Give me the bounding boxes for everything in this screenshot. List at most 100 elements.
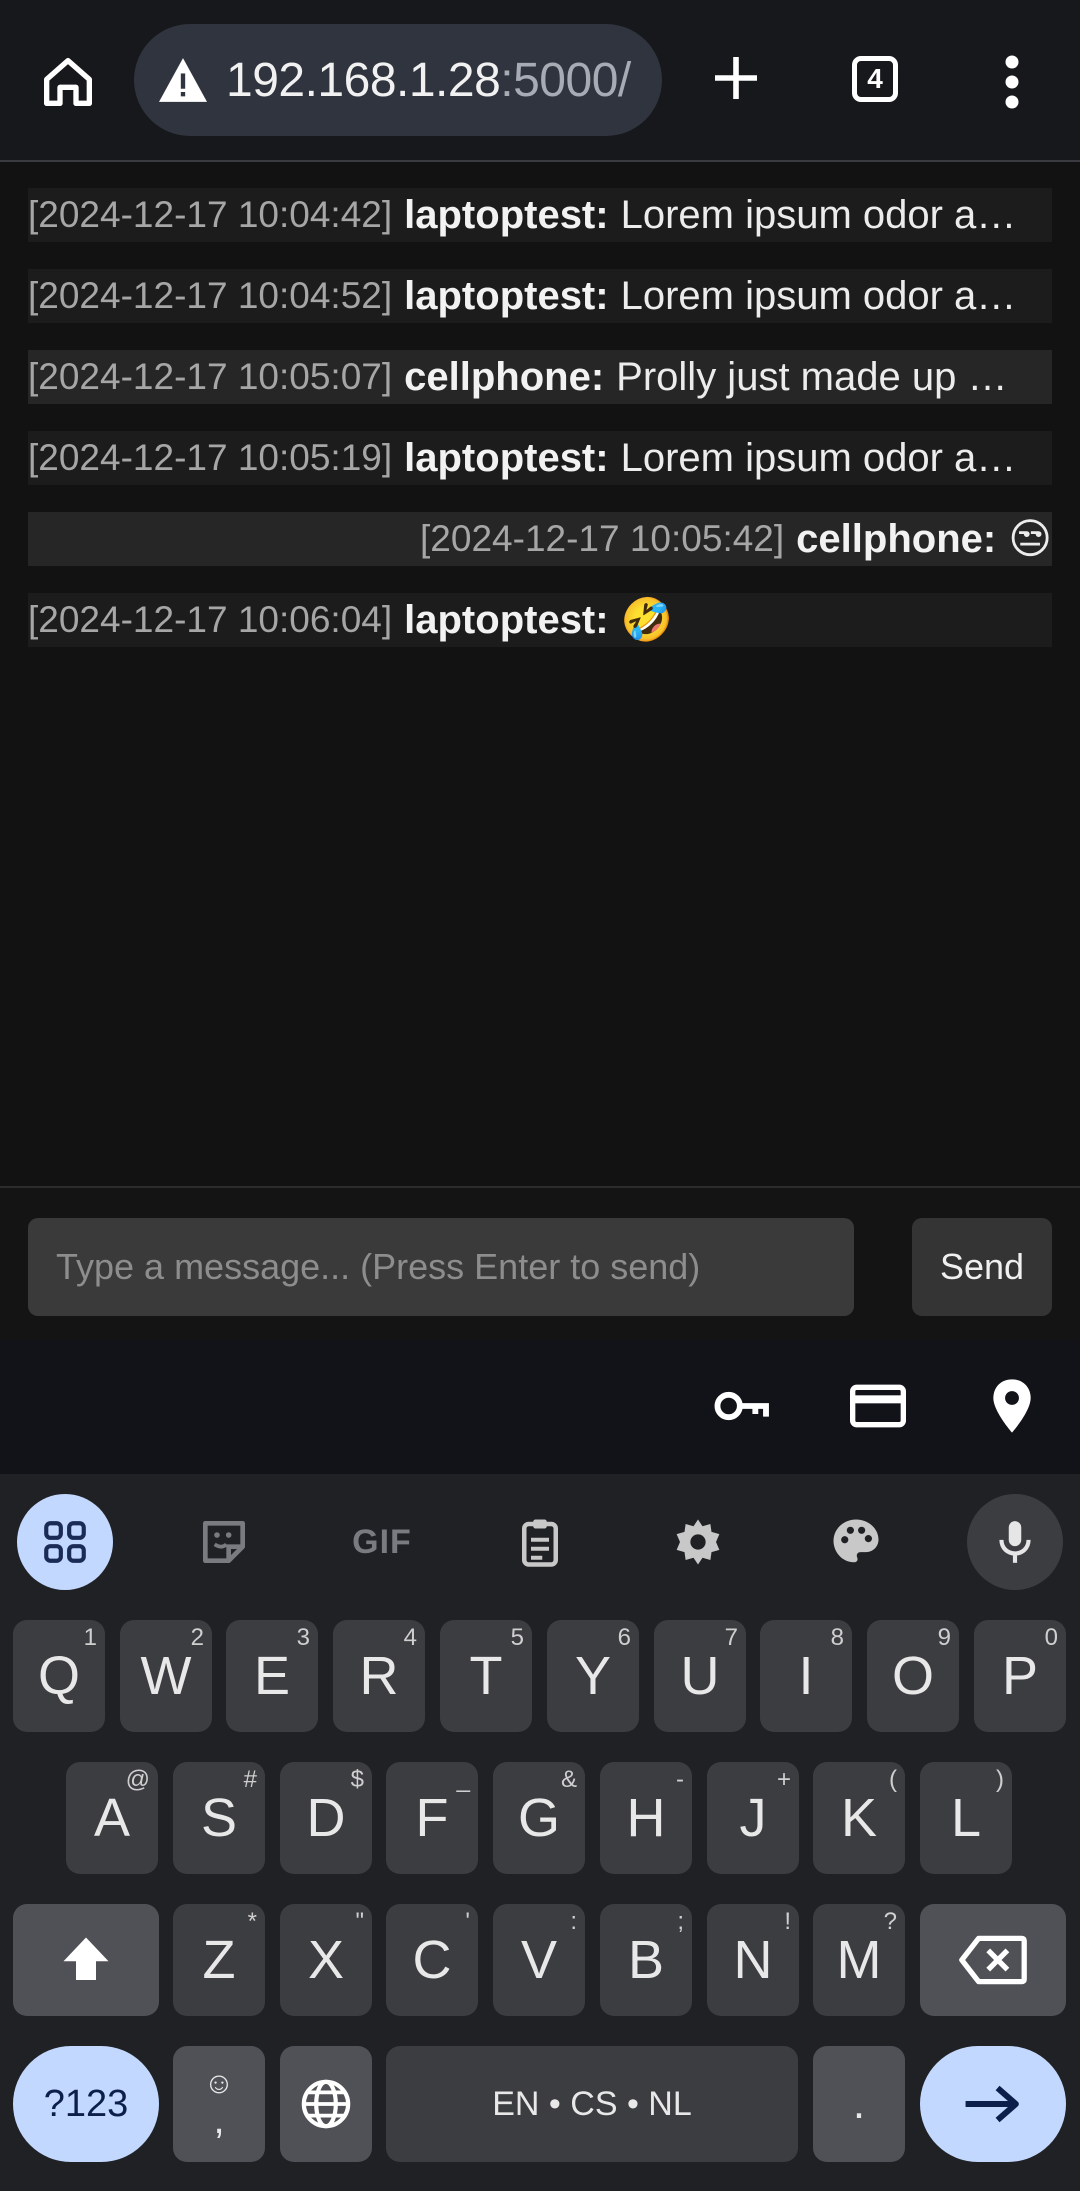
- key-l[interactable]: L): [920, 1762, 1012, 1874]
- key-secondary-label: @: [125, 1766, 150, 1793]
- key-m[interactable]: M?: [813, 1904, 905, 2016]
- key-d[interactable]: D $: [280, 1762, 372, 1874]
- send-button[interactable]: Send: [912, 1218, 1052, 1316]
- key-label: D: [306, 1788, 346, 1848]
- key-p[interactable]: P0: [974, 1620, 1066, 1732]
- settings-button[interactable]: [650, 1494, 746, 1590]
- key-secondary-label: ?: [883, 1908, 897, 1935]
- key-secondary-label: :: [570, 1908, 577, 1935]
- key-u[interactable]: U7: [654, 1620, 746, 1732]
- key-s[interactable]: S #: [173, 1762, 265, 1874]
- message-timestamp: [2024-12-17 10:05:19]: [28, 437, 393, 478]
- message-row: [2024-12-17 10:06:04] laptoptest: 🤣: [28, 593, 1052, 647]
- more-menu-icon[interactable]: [994, 52, 1030, 112]
- emoji-comma-key[interactable]: ☺ ,: [173, 2046, 265, 2162]
- clipboard-button[interactable]: [492, 1494, 588, 1590]
- message-input[interactable]: [28, 1218, 854, 1316]
- key-n[interactable]: N!: [707, 1904, 799, 2016]
- key-j[interactable]: J +: [707, 1762, 799, 1874]
- key-x[interactable]: X ": [280, 1904, 372, 2016]
- key-label: K: [840, 1788, 878, 1848]
- apps-grid-button[interactable]: [17, 1494, 113, 1590]
- enter-key[interactable]: [920, 2046, 1066, 2162]
- key-label: E: [253, 1646, 291, 1706]
- key-i[interactable]: I8: [760, 1620, 852, 1732]
- period-key[interactable]: .: [813, 2046, 905, 2162]
- message-row: [2024-12-17 10:05:19] laptoptest: Lorem …: [28, 431, 1052, 485]
- key-secondary-label: ;: [677, 1908, 684, 1935]
- backspace-key[interactable]: [920, 1904, 1066, 2016]
- key-secondary-label: *: [247, 1908, 257, 1935]
- key-r[interactable]: R4: [333, 1620, 425, 1732]
- backspace-icon: [959, 1935, 1027, 1985]
- key-label: P: [1001, 1646, 1039, 1706]
- language-key[interactable]: [280, 2046, 372, 2162]
- key-secondary-label: 4: [403, 1624, 417, 1651]
- message-text: Prolly just made up …: [616, 355, 1008, 399]
- key-label: S: [200, 1788, 238, 1848]
- key-secondary-label: 5: [510, 1624, 524, 1651]
- composer: Send: [0, 1186, 1080, 1342]
- key-label: L: [950, 1788, 982, 1848]
- space-key[interactable]: EN • CS • NL: [386, 2046, 798, 2162]
- clipboard-icon: [522, 1519, 558, 1567]
- key-secondary-label: ): [996, 1766, 1004, 1793]
- key-t[interactable]: T5: [440, 1620, 532, 1732]
- key-secondary-label: 2: [190, 1624, 204, 1651]
- arrow-right-icon: [965, 2085, 1019, 2123]
- key-secondary-label: ': [465, 1908, 470, 1935]
- key-label: B: [627, 1930, 665, 1990]
- key-c[interactable]: C ': [386, 1904, 478, 2016]
- key-secondary-label: _: [456, 1766, 470, 1793]
- key-y[interactable]: Y6: [547, 1620, 639, 1732]
- key-a[interactable]: A @: [66, 1762, 158, 1874]
- message-text: 🤣: [620, 596, 673, 643]
- location-pin-icon[interactable]: [980, 1374, 1044, 1438]
- voice-input-button[interactable]: [967, 1494, 1063, 1590]
- address-bar[interactable]: 192.168.1.28:5000/: [134, 24, 662, 136]
- key-secondary-label: +: [776, 1766, 791, 1793]
- key-label: O: [891, 1646, 934, 1706]
- sticker-icon: [203, 1521, 246, 1563]
- key-w[interactable]: W2: [120, 1620, 212, 1732]
- message-row-own: [2024-12-17 10:05:42] cellphone: 😒: [28, 512, 1052, 566]
- key-q[interactable]: Q1: [13, 1620, 105, 1732]
- tab-switcher-button[interactable]: 4: [852, 56, 898, 102]
- key-z[interactable]: Z *: [173, 1904, 265, 2016]
- key-b[interactable]: B;: [600, 1904, 692, 2016]
- theme-button[interactable]: [808, 1494, 904, 1590]
- message-text: Lorem ipsum odor a…: [620, 436, 1017, 480]
- key-g[interactable]: G &: [493, 1762, 585, 1874]
- key-label: J: [739, 1788, 767, 1848]
- shift-key[interactable]: [13, 1904, 159, 2016]
- url-port: :5000/: [500, 53, 631, 107]
- message-timestamp: [2024-12-17 10:05:07]: [28, 356, 393, 397]
- home-icon[interactable]: [36, 50, 100, 114]
- key-label: G: [517, 1788, 560, 1848]
- key-icon[interactable]: [710, 1374, 774, 1438]
- new-tab-icon[interactable]: [708, 50, 764, 106]
- sticker-button[interactable]: [176, 1494, 272, 1590]
- key-v[interactable]: V:: [493, 1904, 585, 2016]
- key-label: V: [520, 1930, 558, 1990]
- key-k[interactable]: K(: [813, 1762, 905, 1874]
- symbols-key[interactable]: ?123: [13, 2046, 159, 2162]
- key-label: T: [469, 1646, 503, 1706]
- key-h[interactable]: H-: [600, 1762, 692, 1874]
- key-label: A: [93, 1788, 131, 1848]
- warning-icon[interactable]: [156, 56, 210, 104]
- message-text: Lorem ipsum odor a…: [620, 193, 1017, 237]
- gif-button[interactable]: GIF: [334, 1494, 430, 1590]
- shift-arrow-icon: [63, 1937, 109, 1980]
- key-label: Y: [574, 1646, 612, 1706]
- gear-icon: [676, 1519, 720, 1565]
- message-user: laptoptest:: [404, 598, 609, 642]
- message-user: laptoptest:: [404, 274, 609, 318]
- credit-card-icon[interactable]: [846, 1374, 910, 1438]
- key-e[interactable]: E3: [226, 1620, 318, 1732]
- key-f[interactable]: F _: [386, 1762, 478, 1874]
- url-host: 192.168.1.28: [226, 53, 501, 107]
- key-secondary-label: 9: [937, 1624, 951, 1651]
- gif-label: GIF: [352, 1522, 412, 1561]
- key-o[interactable]: O9: [867, 1620, 959, 1732]
